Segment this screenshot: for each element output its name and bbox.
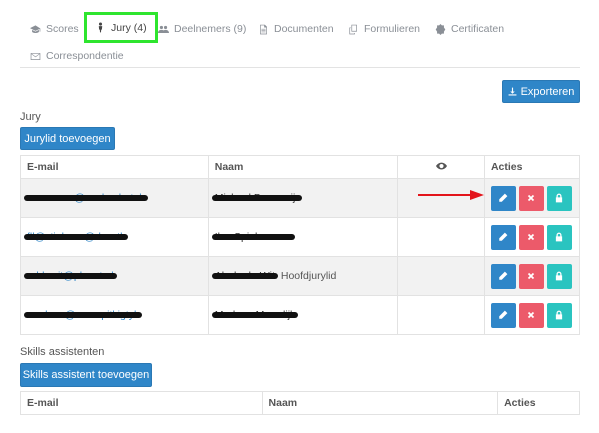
tab-label: Deelnemers (9) <box>174 23 247 35</box>
pencil-icon <box>499 271 508 281</box>
tab-label: Documenten <box>274 23 334 35</box>
table-row: addewit@planet.nl Ab de de Wit Hoofdjuryl… <box>20 256 581 296</box>
person-icon <box>98 22 103 33</box>
users-icon <box>158 25 169 33</box>
tabs-divider <box>20 67 580 68</box>
row-actions <box>490 263 573 289</box>
close-icon <box>528 233 535 241</box>
lock-icon <box>556 310 563 320</box>
name-text: Ab de de Wit <box>211 270 279 282</box>
name-text: Ilse Spielemman <box>211 231 295 243</box>
lock-icon <box>556 271 563 281</box>
tab-label: Certificaten <box>451 23 505 35</box>
lock-icon <box>556 193 563 203</box>
skills-table: E-mail Naam Acties <box>20 391 580 415</box>
email-link[interactable]: c.ocrawns@vanlemhotnb <box>23 192 149 204</box>
badge-icon <box>435 23 446 35</box>
close-icon <box>528 272 535 280</box>
email-column-header[interactable]: E-mail <box>20 155 209 179</box>
name-text: Marleen Meerdijk <box>211 309 298 321</box>
name-column-header[interactable]: Naam <box>207 155 399 179</box>
visibility-cell <box>397 295 485 335</box>
email-link[interactable]: addewit@planet.nl <box>24 270 117 282</box>
email-link[interactable]: marleen@voorspitkigtyk <box>23 309 143 321</box>
actions-column-header: Acties <box>497 391 580 415</box>
envelope-icon <box>30 52 41 60</box>
edit-button[interactable] <box>490 224 516 250</box>
email-column-header[interactable]: E-mail <box>20 391 263 415</box>
pencil-icon <box>499 310 508 320</box>
tab-jury[interactable]: Jury (4) <box>84 12 158 43</box>
document-icon <box>260 24 267 34</box>
row-actions <box>490 224 573 250</box>
jury-table: E-mail Naam Acties c.ocrawns@vanlemhotnb… <box>20 155 581 335</box>
name-text: Michael Boeremijr <box>211 192 302 204</box>
jury-section-title: Jury <box>20 111 41 123</box>
tab-scores[interactable]: Scores <box>30 14 79 44</box>
visible-column-header <box>397 155 485 179</box>
lock-button[interactable] <box>546 185 572 211</box>
close-icon <box>528 311 535 319</box>
visibility-cell <box>397 256 485 296</box>
tab-formulieren[interactable]: Formulieren <box>348 14 420 44</box>
visibility-cell <box>397 217 485 257</box>
email-link[interactable]: fll@stielmon@dcsatk <box>23 231 129 243</box>
table-row: marleen@voorspitkigtyk Marleen Meerdijk <box>20 295 581 335</box>
tab-deelnemers[interactable]: Deelnemers (9) <box>158 14 246 44</box>
tab-label: Jury (4) <box>111 21 147 34</box>
edit-button[interactable] <box>490 263 516 289</box>
edit-button[interactable] <box>490 185 516 211</box>
role-label: Hoofdjurylid <box>280 270 337 282</box>
lock-button[interactable] <box>546 224 572 250</box>
add-skills-assistant-button[interactable]: Skills assistent toevoegen <box>20 363 152 387</box>
row-actions <box>490 185 573 211</box>
download-icon <box>508 87 517 96</box>
copy-icon <box>349 24 357 34</box>
actions-column-header: Acties <box>483 155 581 179</box>
delete-button[interactable] <box>518 185 544 211</box>
lock-button[interactable] <box>546 302 572 328</box>
table-row: fll@stielmon@dcsatk Ilse Spielemman <box>20 217 581 257</box>
delete-button[interactable] <box>518 302 544 328</box>
delete-button[interactable] <box>518 224 544 250</box>
export-button[interactable]: Exporteren <box>502 80 580 103</box>
add-jury-member-button[interactable]: Jurylid toevoegen <box>20 127 115 150</box>
pencil-icon <box>499 193 508 203</box>
lock-button[interactable] <box>546 263 572 289</box>
close-icon <box>528 194 535 202</box>
row-actions <box>490 302 573 328</box>
graduation-cap-icon <box>30 24 41 33</box>
lock-icon <box>556 232 563 242</box>
tab-label: Formulieren <box>364 23 421 35</box>
name-column-header[interactable]: Naam <box>261 391 499 415</box>
pencil-icon <box>499 232 508 242</box>
annotation-arrow-icon <box>418 190 484 200</box>
edit-button[interactable] <box>490 302 516 328</box>
skills-section-title: Skills assistenten <box>20 346 105 358</box>
tab-certificaten[interactable]: Certificaten <box>435 14 504 44</box>
table-row: c.ocrawns@vanlemhotnb Michael Boeremijr <box>20 178 581 218</box>
tab-label: Scores <box>46 23 79 35</box>
tab-label: Correspondentie <box>46 50 124 62</box>
delete-button[interactable] <box>518 263 544 289</box>
eye-icon <box>435 162 447 170</box>
tab-documenten[interactable]: Documenten <box>258 14 334 44</box>
